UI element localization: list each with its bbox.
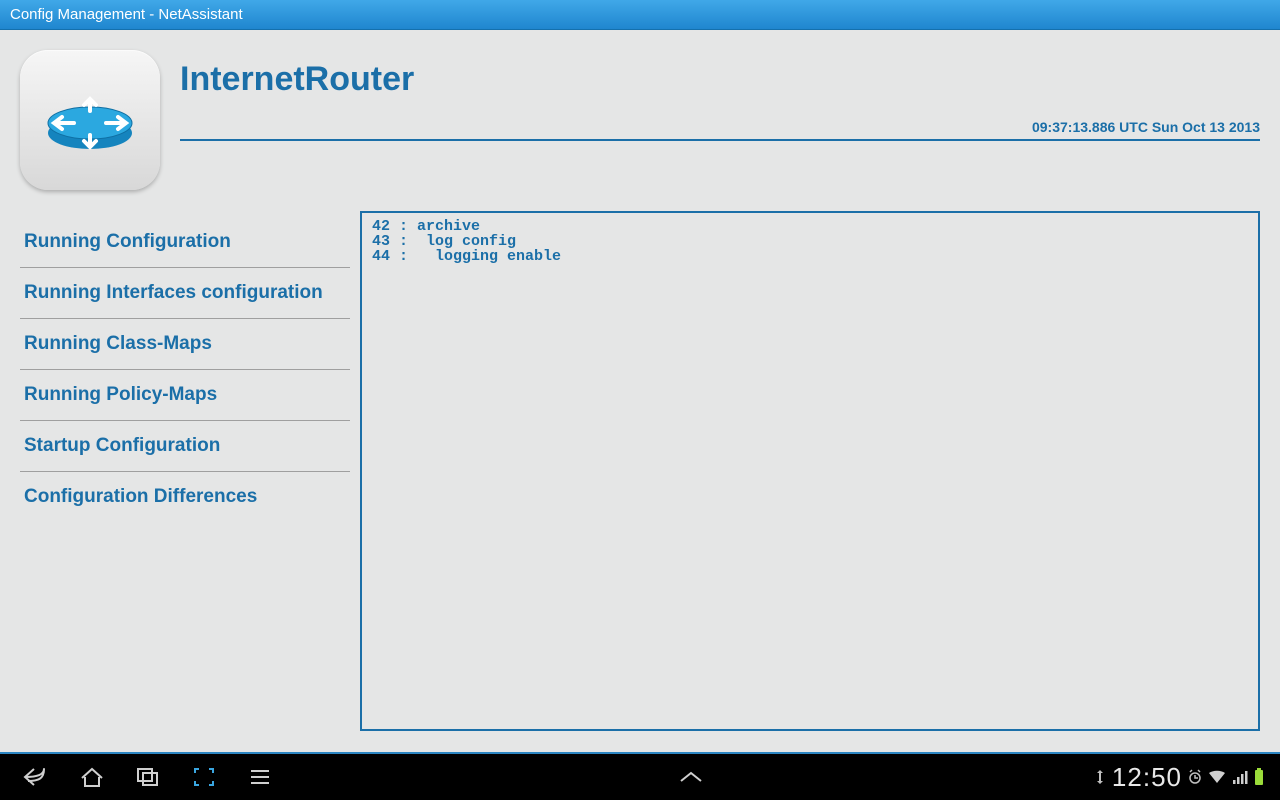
- recents-button[interactable]: [120, 753, 176, 800]
- device-title: InternetRouter: [180, 60, 1260, 99]
- expand-up-button[interactable]: [663, 753, 719, 800]
- back-button[interactable]: [8, 753, 64, 800]
- status-area[interactable]: 12:50: [1094, 762, 1272, 793]
- android-navbar: 12:50: [0, 752, 1280, 800]
- output-box[interactable]: 42 : archive 43 : log config 44 : loggin…: [360, 211, 1260, 731]
- app-title: Config Management - NetAssistant: [10, 6, 243, 23]
- menu-running-interfaces[interactable]: Running Interfaces configuration: [20, 268, 350, 319]
- timestamp: 09:37:13.886 UTC Sun Oct 13 2013: [180, 119, 1260, 135]
- battery-icon: [1254, 768, 1264, 786]
- menu-config-diffs[interactable]: Configuration Differences: [20, 472, 350, 522]
- menu-startup-config[interactable]: Startup Configuration: [20, 421, 350, 472]
- menu-running-policymaps[interactable]: Running Policy-Maps: [20, 370, 350, 421]
- output-text: 42 : archive 43 : log config 44 : loggin…: [372, 219, 1248, 264]
- signal-icon: [1232, 770, 1248, 784]
- sync-icon: [1094, 769, 1106, 785]
- wifi-icon: [1208, 770, 1226, 784]
- status-clock: 12:50: [1112, 762, 1182, 793]
- header-divider: [180, 139, 1260, 141]
- screenshot-button[interactable]: [176, 753, 232, 800]
- home-button[interactable]: [64, 753, 120, 800]
- content: InternetRouter 09:37:13.886 UTC Sun Oct …: [0, 30, 1280, 752]
- menu-running-classmaps[interactable]: Running Class-Maps: [20, 319, 350, 370]
- menu: Running Configuration Running Interfaces…: [20, 211, 360, 731]
- alarm-icon: [1188, 769, 1202, 785]
- menu-running-config[interactable]: Running Configuration: [20, 217, 350, 268]
- device-icon: [20, 50, 160, 190]
- menu-button[interactable]: [232, 753, 288, 800]
- app-titlebar: Config Management - NetAssistant: [0, 0, 1280, 30]
